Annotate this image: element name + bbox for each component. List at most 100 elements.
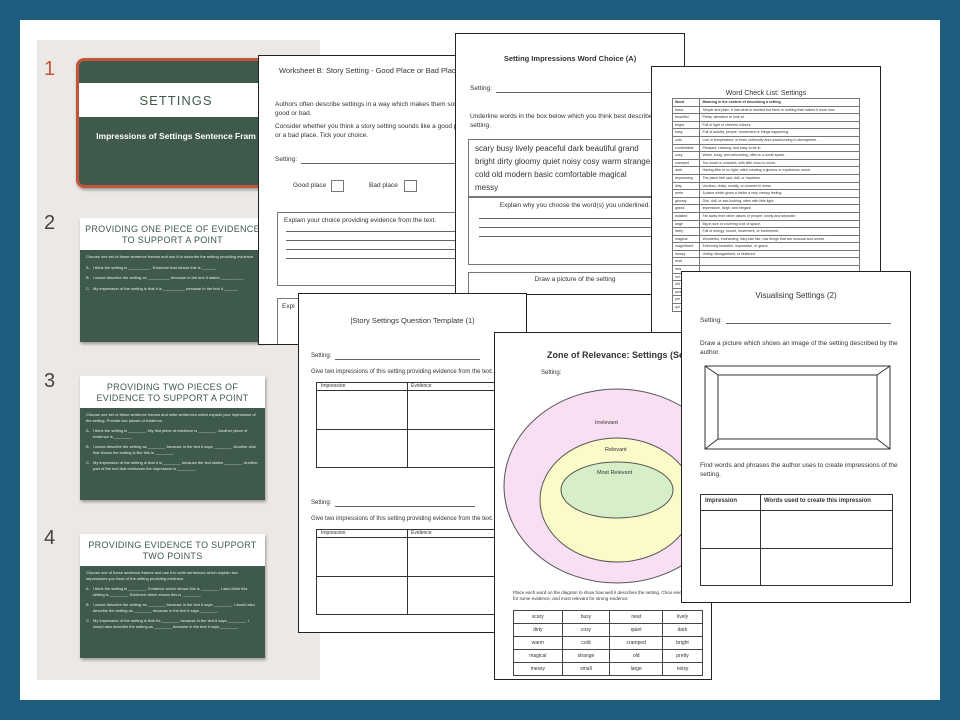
sentence-frame: My impression of the setting is that it …	[93, 460, 258, 471]
setting-label: Setting:	[275, 156, 298, 163]
table-row: dirty cosy quiet dark	[513, 623, 703, 637]
meaning-cell: Pleasant, relaxing, and easy to be in.	[699, 143, 860, 153]
column-header: Impression	[321, 383, 346, 389]
meaning-cell: Full of energy, sound, movement, or exci…	[699, 227, 860, 236]
word-cell: mod	[671, 257, 701, 267]
table-row: grand Impressive, large, and elegant.	[671, 204, 860, 213]
word-cell: busy	[561, 610, 611, 624]
meaning-cell	[699, 257, 860, 267]
word-cell: neat	[609, 610, 664, 624]
word-row: bright dirty gloomy quiet noisy cosy war…	[475, 157, 651, 166]
word-cell: dirty	[513, 623, 563, 637]
word-cell: cosy	[671, 151, 701, 160]
slide-thumbnail-4[interactable]: PROVIDING EVIDENCE TO SUPPORT TWO POINTS…	[80, 534, 265, 658]
word-cell: pretty	[662, 649, 703, 663]
explain-box: Explain your choice providing evidence f…	[277, 212, 475, 286]
column-header: Impression	[321, 530, 346, 536]
item-letter: C.	[86, 460, 90, 465]
slide-thumbnail-2[interactable]: PROVIDING ONE PIECE OF EVIDENCE TO SUPPO…	[80, 218, 265, 342]
table-row: messy Untidy, disorganised, or cluttered.	[671, 249, 860, 259]
meaning-cell: The place feel sad, dull, or hopeless.	[699, 173, 860, 183]
word-cell: bright	[671, 120, 701, 130]
word-cell: isolated	[671, 211, 701, 221]
item-letter: B.	[86, 602, 90, 607]
instruction: Draw a picture which shows an image of t…	[700, 340, 898, 356]
impression-evidence-table: Impression Evidence	[316, 529, 516, 615]
impression-words-table: Impression Words used to create this imp…	[700, 494, 893, 586]
table-row: large Big in size or covering a lot of sp…	[671, 219, 860, 229]
table-row: scary busy neat lively	[513, 610, 703, 624]
word-cell: dark	[671, 166, 701, 175]
table-row: beautiful Pretty, attractive to look at.	[671, 113, 860, 122]
word-cell: lively	[662, 610, 703, 624]
item-letter: C.	[86, 285, 90, 291]
table-row: eerie A place which gives a visitor a ver…	[671, 189, 860, 198]
table-row: comfortable Pleasant, relaxing, and easy …	[671, 143, 860, 153]
table-row: magical Wonderful, enchanting, fairy-tale…	[671, 234, 860, 244]
table-row: dirty Unclean, dusty, muddy, or covered i…	[671, 181, 860, 191]
word-cell: Word	[671, 98, 701, 107]
slide-thumbnail-3[interactable]: PROVIDING TWO PIECES OF EVIDENCE TO SUPP…	[80, 376, 265, 500]
slide-intro: Choose one set of these sentence frames …	[86, 412, 256, 423]
word-cell: eerie	[671, 189, 701, 198]
table-row: busy Full of activity, people, movement o…	[671, 128, 860, 137]
meaning-cell: Big in size or covering a lot of space.	[699, 219, 860, 229]
word-box: scary busy lively peaceful dark beautifu…	[468, 139, 658, 197]
meaning-cell: Pretty, attractive to look at.	[699, 113, 860, 122]
item-letter: A.	[86, 428, 90, 433]
bad-place-checkbox[interactable]	[404, 180, 417, 192]
table-row: Word Meaning in the context of describing…	[671, 98, 860, 107]
meaning-cell: Low in temperature, or feels unfriendly …	[699, 135, 860, 145]
slide-title: PROVIDING EVIDENCE TO SUPPORT TWO POINTS	[80, 534, 265, 566]
setting-label: Setting:	[470, 85, 493, 92]
slide-number: 4	[44, 527, 56, 549]
table-row: depressing The place feel sad, dull, or h…	[671, 173, 860, 183]
draw-box: Draw a picture of the setting	[468, 272, 682, 294]
word-cell: gloomy	[671, 196, 701, 206]
table-row: mod	[671, 257, 860, 267]
zone-label: Relevant	[605, 447, 627, 453]
worksheet-title: Visualising Settings (2)	[755, 291, 837, 300]
word-cell: messy	[671, 249, 701, 259]
meaning-cell: Meaning in the context of describing a s…	[699, 98, 860, 107]
table-row: cosy Warm, snug, and welcoming, often in …	[671, 151, 860, 160]
setting-label: Setting:	[311, 353, 332, 359]
meaning-cell: Wonderful, enchanting, fairy-tale like, …	[699, 234, 860, 244]
table-row: messy small large noisy	[513, 662, 703, 676]
draw-label: Draw a picture of the setting	[534, 276, 616, 283]
word-cell: basic	[671, 105, 701, 115]
worksheet-visualising-settings: Visualising Settings (2) Setting: Draw a…	[681, 271, 911, 603]
sentence-frame: I think the setting is ________. Evidenc…	[92, 586, 248, 597]
sentence-frame: I think the setting is ________. My firs…	[92, 428, 248, 439]
explain-label: Explain your choice providing evidence f…	[284, 217, 437, 224]
meaning-cell: Full of activity, people, movement or th…	[699, 128, 860, 137]
zone-label: Most Relevant	[597, 470, 633, 476]
word-cell: beautiful	[671, 113, 701, 122]
bad-place-label: Bad place	[369, 182, 398, 189]
table-row: gloomy Dim, dull, or sad-looking; often w…	[671, 196, 860, 206]
worksheet-paragraph: Authors often describe settings in a way…	[275, 101, 466, 117]
word-cell: large	[609, 662, 664, 676]
word-cell: noisy	[662, 662, 703, 676]
meaning-cell: Too small or crowded, with little room t…	[699, 158, 860, 168]
word-cell: lively	[671, 227, 701, 236]
slide-subtitle: Impressions of Settings Sentence Fram	[96, 131, 256, 141]
picture-frame	[704, 365, 891, 450]
word-cell: quiet	[609, 623, 664, 637]
sentence-frame: I would describe the setting as ________…	[92, 444, 257, 455]
word-cell: cramped	[671, 158, 701, 168]
instruction: Give two impressions of this setting pro…	[311, 369, 494, 375]
good-place-checkbox[interactable]	[331, 180, 344, 192]
column-header: Evidence	[411, 383, 432, 389]
slide-number: 3	[44, 370, 56, 392]
worksheet-title: Word Check List: Settings	[725, 90, 807, 97]
word-cell: bright	[662, 636, 703, 650]
word-cell: dark	[662, 623, 703, 637]
sentence-frame: I would describe the setting as ________…	[92, 275, 244, 280]
slide-number: 1	[44, 58, 56, 80]
sentence-frame: I would describe the setting as ________…	[92, 602, 255, 613]
slide-thumbnail-1[interactable]: SETTINGS Impressions of Settings Sentenc…	[76, 58, 276, 188]
zone-label: Irrelevant	[595, 420, 618, 426]
word-cell: grand	[671, 204, 701, 213]
word-grid: scary busy neat lively dirty cosy quiet dark war…	[513, 610, 703, 676]
